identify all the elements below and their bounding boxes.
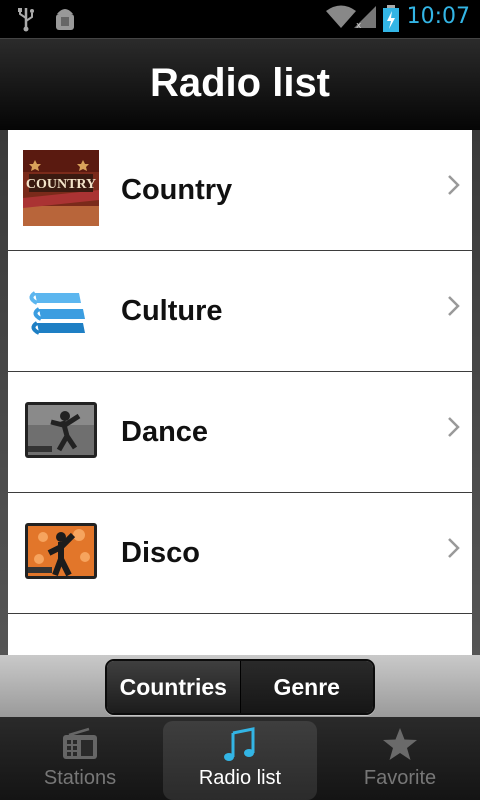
disco-thumb-icon — [25, 523, 97, 579]
segment-genre[interactable]: Genre — [239, 661, 373, 713]
country-thumb-icon: COUNTRY — [23, 150, 99, 226]
list-item-partial[interactable] — [8, 614, 472, 655]
segmented-bar: Countries Genre — [0, 655, 480, 717]
list-item-country[interactable]: COUNTRY Country — [8, 130, 472, 251]
page-title: Radio list — [149, 61, 331, 105]
chevron-right-icon — [448, 538, 460, 558]
status-bar: x 10:07 — [0, 0, 480, 38]
list-item-culture[interactable]: Culture — [8, 251, 472, 372]
tab-label: Favorite — [363, 767, 437, 789]
app-header: Radio list — [0, 38, 480, 130]
segmented-control: Countries Genre — [105, 659, 375, 715]
genre-list: COUNTRY Country Culture Dance Disco — [8, 130, 472, 655]
list-item-label: Country — [121, 174, 233, 206]
list-item-label: Disco — [121, 537, 200, 569]
tab-stations[interactable]: Stations — [0, 717, 160, 800]
dance-thumb-icon — [25, 402, 97, 458]
svg-text:COUNTRY: COUNTRY — [26, 177, 96, 192]
tab-favorite[interactable]: Favorite — [320, 717, 480, 800]
books-icon — [29, 291, 85, 335]
chevron-right-icon — [448, 175, 460, 195]
list-item-label: Dance — [121, 416, 209, 448]
tab-radio-list[interactable]: Radio list — [163, 721, 317, 800]
list-container[interactable]: COUNTRY Country Culture Dance Disco — [0, 130, 480, 655]
bottom-tab-bar: Stations Radio list Favorite — [0, 717, 480, 800]
chevron-right-icon — [448, 296, 460, 316]
tab-label: Stations — [43, 767, 117, 789]
segment-countries[interactable]: Countries — [107, 661, 240, 713]
music-note-icon — [224, 727, 255, 761]
signal-icon: x — [354, 6, 376, 30]
list-item-label: Culture — [121, 295, 223, 327]
radio-icon — [63, 727, 97, 759]
svg-text:x: x — [356, 21, 362, 30]
battery-charging-icon — [383, 5, 399, 32]
chevron-right-icon — [448, 417, 460, 437]
star-icon — [383, 728, 417, 760]
tab-label: Radio list — [198, 767, 282, 789]
list-item-disco[interactable]: Disco — [8, 493, 472, 614]
android-debug-icon — [56, 9, 74, 30]
list-item-dance[interactable]: Dance — [8, 372, 472, 493]
usb-icon — [18, 8, 34, 32]
status-time: 10:07 — [406, 4, 470, 29]
